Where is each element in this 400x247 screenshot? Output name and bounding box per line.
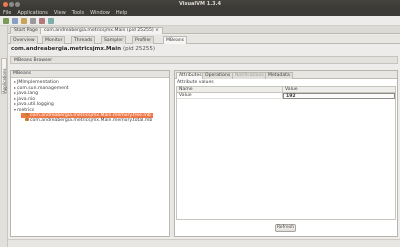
tab-application[interactable]: com.andreabergia.metricsjmx.Main (pid 25… [40,27,163,34]
tree-node[interactable]: com.andreabergia.metricsjmx.Main.memory.… [21,118,152,123]
tab-operations-label: Operations [205,73,231,78]
mbeans-browser-section: MBeans Browser [10,56,398,64]
tab-overview[interactable]: Overview [10,36,38,44]
tree-node[interactable]: ▾metrics [13,107,34,113]
menu-bar: File Applications View Tools Window Help [0,9,400,16]
refresh-button[interactable]: Refresh [275,224,296,232]
tab-attributes[interactable]: Attributes [176,72,205,79]
tree-node-label: com.andreabergia.metricsjmx.Main.memory.… [30,112,151,118]
profiler-snapshot-icon[interactable] [48,18,54,24]
menu-tools[interactable]: Tools [69,9,87,16]
tab-sampler[interactable]: Sampler [101,36,127,44]
tab-mbeans[interactable]: MBeans [163,36,188,44]
tree-node[interactable]: ▸java.lang [13,90,38,96]
tab-notifications-label: Notifications [235,73,264,78]
tab-monitor-label: Monitor [45,38,63,43]
menu-view[interactable]: View [51,9,69,16]
tree-header: MBeans [11,71,169,78]
process-pid: (pid 25255) [122,46,156,52]
menu-help[interactable]: Help [113,9,130,16]
page-title: com.andreabergia.metricsjmx.Main (pid 25… [11,46,155,52]
section-title: MBeans Browser [14,58,53,63]
tab-operations[interactable]: Operations [202,72,234,79]
tree-node[interactable]: ▸JMImplementation [13,79,59,85]
tab-metadata[interactable]: Metadata [265,72,293,79]
window-titlebar: VisualVM 1.3.4 [0,0,400,9]
tab-notifications[interactable]: Notifications [232,72,267,79]
tab-application-label: com.andreabergia.metricsjmx.Main (pid 25… [44,28,154,33]
menu-applications[interactable]: Applications [14,9,51,16]
tab-profiler[interactable]: Profiler [132,36,155,44]
mbean-icon [25,118,29,122]
detail-tab-bar: Attributes Operations Notifications Meta… [175,71,397,79]
document-tab-bar: Start Page × com.andreabergia.metricsjmx… [8,26,400,34]
tab-monitor[interactable]: Monitor [42,36,66,44]
table-row[interactable]: Value 192 [177,93,395,99]
tab-threads[interactable]: Threads [71,36,96,44]
applications-side-tab[interactable]: Applications [1,58,7,94]
window-title: VisualVM 1.3.4 [179,1,221,7]
process-name: com.andreabergia.metricsjmx.Main [11,46,122,52]
application-view-tabs: Overview Monitor Threads Sampler Profile… [8,35,400,44]
tab-attributes-label: Attributes [179,73,202,78]
mbeans-tree-panel: MBeans ▸JMImplementation ▸com.sun.managem… [10,70,170,237]
tree-node[interactable]: ▸java.util.logging [13,101,54,107]
tree-node-label: com.andreabergia.metricsjmx.Main.memory.… [30,118,153,124]
tab-overview-label: Overview [13,38,35,43]
tree-node[interactable]: ▸java.nio [13,96,35,102]
toolbar [0,16,400,26]
attribute-values-caption: Attribute values [177,80,214,85]
tree-node[interactable]: ▸com.sun.management [13,85,69,91]
mbean-icon [25,112,29,116]
status-bar [8,239,400,247]
left-side-strip: Applications [0,26,8,247]
applications-side-tab-label: Applications [2,68,7,93]
attributes-table: Name Value Value 192 [176,86,396,220]
tab-sampler-label: Sampler [104,38,124,43]
attribute-value-field[interactable]: 192 [283,93,395,99]
load-snapshot-icon[interactable] [21,18,27,24]
add-jmx-connection-icon[interactable] [3,18,9,24]
mbean-detail-panel: Attributes Operations Notifications Meta… [174,70,398,237]
tab-mbeans-label: MBeans [166,38,185,43]
menu-window[interactable]: Window [87,9,113,16]
thread-dump-icon[interactable] [39,18,45,24]
tab-metadata-label: Metadata [268,73,290,78]
tab-profiler-label: Profiler [135,38,152,43]
tab-threads-label: Threads [74,38,93,43]
menu-file[interactable]: File [0,9,14,16]
tab-start-page-label: Start Page [14,28,38,33]
attribute-name: Value [179,93,192,98]
add-remote-host-icon[interactable] [12,18,18,24]
heap-dump-icon[interactable] [30,18,36,24]
tab-close-icon[interactable]: × [154,28,159,33]
